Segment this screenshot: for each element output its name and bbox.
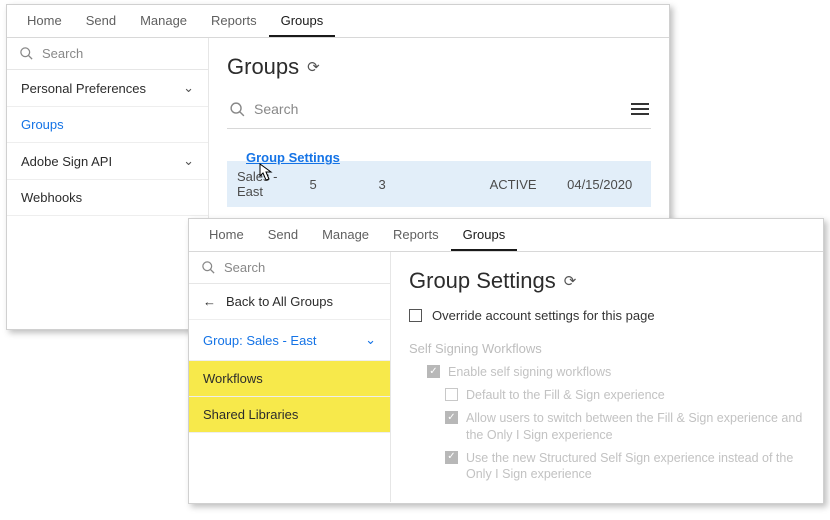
group-label: Group: Sales - East xyxy=(203,333,316,348)
opt-label: Default to the Fill & Sign experience xyxy=(466,387,665,404)
opt-label: Allow users to switch between the Fill &… xyxy=(466,410,805,444)
main-search[interactable]: Search xyxy=(229,101,298,118)
sidebar-search-text: Search xyxy=(42,46,83,61)
page-title: Group Settings ⟳ xyxy=(409,268,805,294)
checkbox-icon[interactable]: ✓ xyxy=(445,451,458,464)
opt-allow-switch: ✓ Allow users to switch between the Fill… xyxy=(445,410,805,444)
refresh-icon[interactable]: ⟳ xyxy=(564,272,577,290)
page-title-text: Groups xyxy=(227,54,299,80)
search-icon xyxy=(201,260,216,275)
sidebar-item-label: Workflows xyxy=(203,371,263,386)
top-nav: Home Send Manage Reports Groups xyxy=(189,219,823,252)
sidebar-item-adobe-sign-api[interactable]: Adobe Sign API ⌄ xyxy=(7,143,208,180)
sidebar-item-groups[interactable]: Groups xyxy=(7,107,208,143)
nav-manage[interactable]: Manage xyxy=(128,5,199,37)
back-to-groups[interactable]: ← Back to All Groups xyxy=(189,284,390,320)
cell-status: ACTIVE xyxy=(484,177,561,192)
nav-home[interactable]: Home xyxy=(15,5,74,37)
chevron-down-icon: ⌄ xyxy=(365,332,376,348)
back-label: Back to All Groups xyxy=(226,294,333,309)
chevron-down-icon: ⌄ xyxy=(183,153,194,169)
page-title: Groups ⟳ xyxy=(227,54,651,80)
sidebar-search-text: Search xyxy=(224,260,265,275)
checkbox-icon[interactable]: ✓ xyxy=(445,411,458,424)
override-checkbox[interactable] xyxy=(409,309,422,322)
page-title-text: Group Settings xyxy=(409,268,556,294)
sidebar-item-shared-libraries[interactable]: Shared Libraries xyxy=(189,397,390,433)
sidebar-item-label: Personal Preferences xyxy=(21,81,146,96)
section-heading: Self Signing Workflows xyxy=(409,341,805,356)
checkbox-icon[interactable]: ✓ xyxy=(427,365,440,378)
search-icon xyxy=(19,46,34,61)
opt-label: Enable self signing workflows xyxy=(448,364,611,381)
opt-enable-self-signing: ✓ Enable self signing workflows xyxy=(427,364,805,381)
nav-reports[interactable]: Reports xyxy=(199,5,269,37)
sidebar-item-personal-prefs[interactable]: Personal Preferences ⌄ xyxy=(7,70,208,107)
cell-count-a: 5 xyxy=(303,177,372,192)
cell-date: 04/15/2020 xyxy=(561,177,647,192)
nav-groups[interactable]: Groups xyxy=(269,5,336,37)
nav-groups[interactable]: Groups xyxy=(451,219,518,251)
sidebar-item-webhooks[interactable]: Webhooks xyxy=(7,180,208,216)
refresh-icon[interactable]: ⟳ xyxy=(307,58,320,76)
panel-group-settings: Home Send Manage Reports Groups Search ←… xyxy=(188,218,824,504)
sidebar: Search Personal Preferences ⌄ Groups Ado… xyxy=(7,38,209,328)
checkbox-icon[interactable] xyxy=(445,388,458,401)
arrow-left-icon: ← xyxy=(203,294,216,309)
sidebar-item-label: Webhooks xyxy=(21,190,82,205)
sidebar-item-label: Adobe Sign API xyxy=(21,154,112,169)
sidebar-item-workflows[interactable]: Workflows xyxy=(189,361,390,397)
cell-count-b: 3 xyxy=(373,177,484,192)
main-search-text: Search xyxy=(254,101,298,117)
sidebar-search[interactable]: Search xyxy=(7,38,208,70)
main-content: Group Settings ⟳ Override account settin… xyxy=(391,252,823,502)
opt-label: Use the new Structured Self Sign experie… xyxy=(466,450,805,484)
nav-manage[interactable]: Manage xyxy=(310,219,381,251)
hamburger-icon[interactable] xyxy=(631,100,649,118)
sidebar-search[interactable]: Search xyxy=(189,252,390,284)
top-nav: Home Send Manage Reports Groups xyxy=(7,5,669,38)
opt-structured-self-sign: ✓ Use the new Structured Self Sign exper… xyxy=(445,450,805,484)
chevron-down-icon: ⌄ xyxy=(183,80,194,96)
nav-send[interactable]: Send xyxy=(74,5,128,37)
table-row[interactable]: Sales - East 5 3 ACTIVE 04/15/2020 xyxy=(227,161,651,207)
sidebar-item-label: Shared Libraries xyxy=(203,407,298,422)
sidebar: Search ← Back to All Groups Group: Sales… xyxy=(189,252,391,502)
nav-send[interactable]: Send xyxy=(256,219,310,251)
group-settings-link[interactable]: Group Settings xyxy=(246,150,340,165)
nav-reports[interactable]: Reports xyxy=(381,219,451,251)
group-selector[interactable]: Group: Sales - East ⌄ xyxy=(189,320,390,361)
override-label: Override account settings for this page xyxy=(432,308,655,323)
cell-name: Sales - East xyxy=(231,169,303,199)
sidebar-item-label: Groups xyxy=(21,117,64,132)
opt-default-fill-sign: Default to the Fill & Sign experience xyxy=(445,387,805,404)
search-icon xyxy=(229,101,246,118)
nav-home[interactable]: Home xyxy=(197,219,256,251)
